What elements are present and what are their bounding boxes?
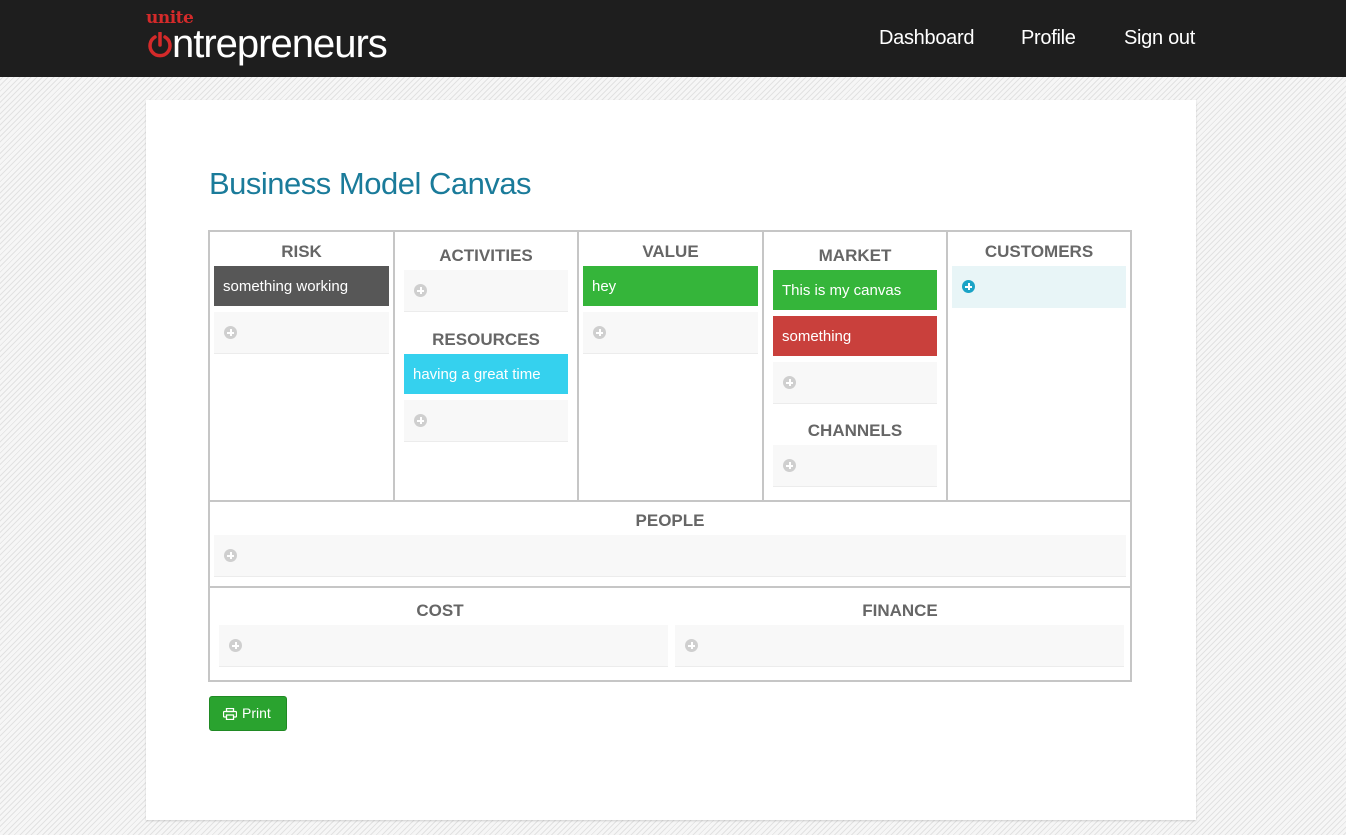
- add-note-row[interactable]: [773, 445, 937, 487]
- risk-heading: RISK: [281, 242, 322, 261]
- add-note-row[interactable]: [404, 270, 568, 312]
- nav-sign-out-link[interactable]: Sign out: [1124, 27, 1195, 50]
- page-title: Business Model Canvas: [209, 166, 532, 201]
- market-section: MARKET This is my canvas something CHANN…: [764, 232, 948, 500]
- add-note-icon[interactable]: [224, 549, 237, 562]
- add-note-row[interactable]: [214, 312, 389, 354]
- people-heading: PEOPLE: [635, 511, 705, 530]
- nav-profile-link[interactable]: Profile: [1021, 27, 1076, 50]
- activities-section: ACTIVITIES RESOURCES having a great time: [395, 232, 579, 500]
- finance-heading: FINANCE: [862, 601, 938, 620]
- sticky-note[interactable]: something working: [214, 266, 389, 306]
- top-navbar: unite ntrepreneurs Dashboard Profile Sig…: [0, 0, 1346, 77]
- value-section: VALUE hey: [579, 232, 764, 500]
- add-note-icon[interactable]: [229, 639, 242, 652]
- customers-section: CUSTOMERS: [948, 232, 1130, 500]
- activities-heading: ACTIVITIES: [439, 246, 533, 265]
- people-section: PEOPLE: [210, 502, 1130, 586]
- add-note-row[interactable]: [952, 266, 1126, 308]
- brand-logo[interactable]: unite ntrepreneurs: [146, 4, 406, 70]
- add-note-row[interactable]: [583, 312, 758, 354]
- main-panel: Business Model Canvas RISK something wor…: [146, 100, 1196, 820]
- add-note-icon[interactable]: [685, 639, 698, 652]
- sticky-note[interactable]: hey: [583, 266, 758, 306]
- channels-heading: CHANNELS: [807, 421, 903, 440]
- market-heading: MARKET: [818, 246, 892, 265]
- logo-wordmark: ntrepreneurs: [172, 22, 388, 66]
- value-heading: VALUE: [642, 242, 699, 261]
- add-note-icon[interactable]: [414, 284, 427, 297]
- add-note-icon[interactable]: [783, 459, 796, 472]
- printer-icon: [223, 708, 237, 720]
- add-note-icon[interactable]: [962, 280, 975, 293]
- nav-dashboard-link[interactable]: Dashboard: [879, 27, 974, 50]
- finance-section: FINANCE: [670, 588, 1130, 680]
- print-label: Print: [242, 705, 271, 721]
- risk-section: RISK something working: [210, 232, 395, 500]
- add-note-icon[interactable]: [414, 414, 427, 427]
- power-icon: [148, 32, 172, 58]
- add-note-row[interactable]: [214, 535, 1126, 577]
- cost-section: COST: [210, 588, 670, 680]
- sticky-note[interactable]: This is my canvas: [773, 270, 937, 310]
- add-note-row[interactable]: [219, 625, 668, 667]
- sticky-note[interactable]: having a great time: [404, 354, 568, 394]
- add-note-row[interactable]: [773, 362, 937, 404]
- add-note-icon[interactable]: [593, 326, 606, 339]
- resources-heading: RESOURCES: [432, 330, 540, 349]
- business-model-canvas: RISK something working ACTIVITIES RESOUR…: [208, 230, 1132, 682]
- add-note-row[interactable]: [675, 625, 1124, 667]
- print-button[interactable]: Print: [209, 696, 287, 731]
- add-note-icon[interactable]: [783, 376, 796, 389]
- cost-heading: COST: [416, 601, 464, 620]
- add-note-row[interactable]: [404, 400, 568, 442]
- customers-heading: CUSTOMERS: [984, 242, 1094, 261]
- sticky-note[interactable]: something: [773, 316, 937, 356]
- add-note-icon[interactable]: [224, 326, 237, 339]
